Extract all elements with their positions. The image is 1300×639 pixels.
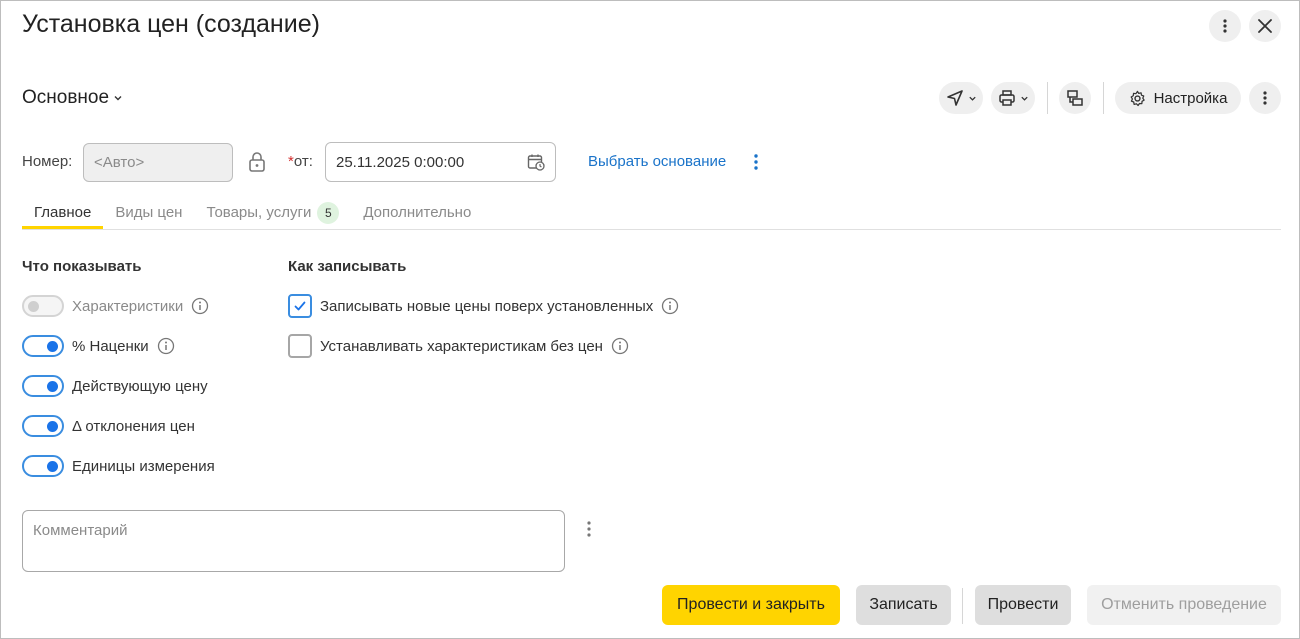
gear-icon <box>1130 90 1145 106</box>
number-input[interactable]: <Авто> <box>83 143 233 182</box>
comment-textarea[interactable]: Комментарий <box>22 510 565 572</box>
tab-price-types-label: Виды цен <box>115 204 183 221</box>
overwrite-prices-checkbox[interactable] <box>288 294 312 318</box>
characteristics-without-prices-label: Устанавливать характеристикам без цен <box>320 337 603 355</box>
tab-additional[interactable]: Дополнительно <box>351 199 483 229</box>
number-lock-button[interactable] <box>247 151 267 178</box>
option-current-price: Действующую цену <box>22 374 208 398</box>
option-markup: % Наценки <box>22 334 175 358</box>
calendar-clock-icon[interactable] <box>527 153 545 171</box>
checkmark-icon <box>294 301 306 311</box>
characteristics-without-prices-checkbox[interactable] <box>288 334 312 358</box>
post-button[interactable]: Провести <box>975 585 1071 625</box>
current-price-label: Действующую цену <box>72 377 208 395</box>
units-toggle[interactable] <box>22 455 64 477</box>
price-deviation-toggle[interactable] <box>22 415 64 437</box>
kebab-vertical-icon <box>1263 91 1267 105</box>
window-title: Установка цен (создание) <box>22 10 320 38</box>
document-structure-icon <box>1067 90 1083 106</box>
window-close-button[interactable] <box>1249 10 1281 42</box>
toolbar-more-button[interactable] <box>1249 82 1281 114</box>
tab-price-types[interactable]: Виды цен <box>103 199 194 229</box>
kebab-vertical-icon <box>1223 19 1227 33</box>
date-value: 25.11.2025 0:00:00 <box>336 153 465 171</box>
markup-label: % Наценки <box>72 337 149 355</box>
markup-toggle[interactable] <box>22 335 64 357</box>
current-price-toggle[interactable] <box>22 375 64 397</box>
select-basis-link[interactable]: Выбрать основание <box>588 153 726 170</box>
toolbar-separator <box>1103 82 1104 114</box>
option-units: Единицы измерения <box>22 454 215 478</box>
tab-goods-services[interactable]: Товары, услуги 5 <box>194 199 351 229</box>
printer-icon <box>998 90 1015 106</box>
tab-additional-label: Дополнительно <box>363 204 472 221</box>
print-dropdown-button[interactable] <box>991 82 1035 114</box>
units-label: Единицы измерения <box>72 457 215 475</box>
number-label: Номер: <box>22 153 73 170</box>
date-input[interactable]: 25.11.2025 0:00:00 <box>325 142 556 182</box>
chevron-down-icon <box>1020 96 1028 101</box>
write-section-title: Как записывать <box>288 258 407 275</box>
goods-count-badge: 5 <box>317 202 340 224</box>
option-characteristics-without-prices: Устанавливать характеристикам без цен <box>288 334 629 358</box>
date-label: от: <box>293 153 313 170</box>
option-overwrite-prices: Записывать новые цены поверх установленн… <box>288 294 679 318</box>
chevron-down-icon <box>968 96 976 101</box>
chevron-down-icon <box>114 96 122 101</box>
send-dropdown-button[interactable] <box>939 82 983 114</box>
kebab-vertical-icon <box>754 154 758 170</box>
info-icon[interactable] <box>157 337 175 355</box>
toolbar-separator <box>1047 82 1048 114</box>
basis-more-button[interactable] <box>748 153 764 176</box>
date-label-group: *от: <box>288 153 313 170</box>
section-dropdown-label: Основное <box>22 87 110 108</box>
save-button[interactable]: Записать <box>856 585 951 625</box>
option-price-deviation: Δ отклонения цен <box>22 414 195 438</box>
tab-main-label: Главное <box>34 204 92 221</box>
option-characteristics: Характеристики <box>22 294 209 318</box>
kebab-vertical-icon <box>587 521 591 537</box>
characteristics-toggle[interactable] <box>22 295 64 317</box>
comment-more-button[interactable] <box>581 520 597 543</box>
overwrite-prices-label: Записывать новые цены поверх установленн… <box>320 297 654 315</box>
structure-button[interactable] <box>1059 82 1091 114</box>
post-and-close-button[interactable]: Провести и закрыть <box>662 585 840 625</box>
section-dropdown[interactable]: Основное <box>22 87 123 109</box>
info-icon[interactable] <box>191 297 209 315</box>
settings-label: Настройка <box>1153 89 1228 107</box>
window-more-button[interactable] <box>1209 10 1241 42</box>
show-section-title: Что показывать <box>22 258 142 275</box>
comment-placeholder: Комментарий <box>33 522 128 539</box>
lock-icon <box>249 152 265 172</box>
price-deviation-label: Δ отклонения цен <box>72 417 195 435</box>
cancel-posting-button[interactable]: Отменить проведение <box>1087 585 1281 625</box>
send-icon <box>946 90 963 106</box>
close-icon <box>1258 19 1272 33</box>
info-icon[interactable] <box>611 337 629 355</box>
characteristics-label: Характеристики <box>72 297 184 315</box>
number-placeholder: <Авто> <box>94 154 145 171</box>
tab-bar: Главное Виды цен Товары, услуги 5 Дополни… <box>22 199 483 229</box>
info-icon[interactable] <box>661 297 679 315</box>
actions-separator <box>962 588 963 624</box>
tab-main[interactable]: Главное <box>22 199 104 229</box>
tab-divider <box>22 229 1281 230</box>
settings-button[interactable]: Настройка <box>1115 82 1241 114</box>
tab-goods-services-label: Товары, услуги <box>206 204 312 221</box>
